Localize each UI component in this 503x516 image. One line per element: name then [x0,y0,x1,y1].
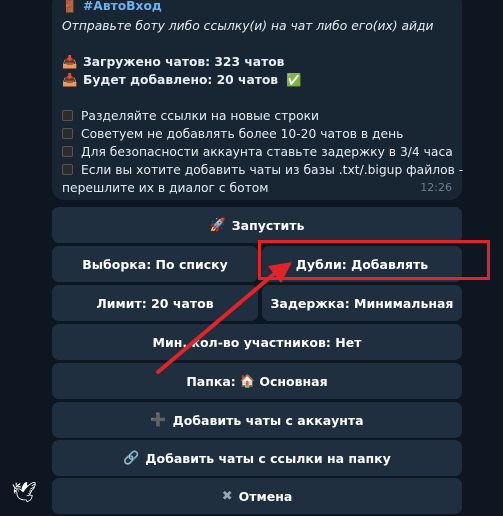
limit-button[interactable]: Лимит: 20 чатов [52,285,258,321]
message-subtitle: Отправьте боту либо ссылку(и) на чат либ… [62,19,434,33]
tip-line: Если вы хотите добавить чаты из базы .tx… [62,162,463,178]
close-icon: ✖ [221,488,233,504]
plus-icon: ➕ [150,412,167,428]
min-members-button-label: Мин. кол-во участников: Нет [152,334,362,350]
added-chats-line: 📥 Будет добавлено: 20 чатов ✅ [62,72,302,88]
tip-text: Если вы хотите добавить чаты из базы .tx… [81,163,464,177]
message-title-line: 🚪 #АвтоВход [62,0,162,14]
tip-line: Для безопасности аккаунта ставьте задерж… [62,144,453,160]
bullet-icon [62,128,73,139]
tip-line: Разделяйте ссылки на новые строки [62,108,319,124]
start-button-label: Запустить [231,217,305,233]
folder-button-prefix: Папка: [186,373,236,389]
rocket-icon: 🚀 [209,217,226,233]
add-from-account-button[interactable]: ➕ Добавить чаты с аккаунта [52,402,462,438]
house-icon: 🏠 [239,373,256,388]
inbox-tray-icon: 📥 [62,73,78,87]
link-icon: 🔗 [123,450,140,466]
add-from-folder-link-label: Добавить чаты с ссылки на папку [145,450,391,466]
duplicates-button[interactable]: Дубли: Добавлять [262,246,462,282]
tip-text: Советуем не добавлять более 10-20 чатов … [81,127,404,141]
door-icon: 🚪 [62,0,78,13]
selection-button-label: Выборка: По списку [82,256,228,272]
bullet-icon [62,110,73,121]
delay-button-label: Задержка: Минимальная [270,295,454,311]
start-button[interactable]: 🚀 Запустить [52,207,462,243]
tip-continuation: перешлите их в диалог с ботом [62,181,269,195]
add-from-folder-link-button[interactable]: 🔗 Добавить чаты с ссылки на папку [52,440,462,476]
tip-line: Советуем не добавлять более 10-20 чатов … [62,126,403,142]
tip-text: Для безопасности аккаунта ставьте задерж… [81,145,453,159]
bullet-icon [62,146,73,157]
bot-avatar[interactable]: 🕊 [8,476,40,508]
cancel-button[interactable]: ✖ Отмена [52,478,462,514]
loaded-chats-line: 📥 Загружено чатов: 323 чатов [62,54,284,70]
message-title: #АвтоВход [83,0,162,13]
message-time: 12:26 [420,181,452,194]
cancel-button-label: Отмена [238,488,293,504]
selection-button[interactable]: Выборка: По списку [52,246,258,282]
duplicates-button-label: Дубли: Добавлять [295,256,429,272]
dove-icon: 🕊 [11,480,37,504]
bot-message-bubble: 🚪 #АвтоВход Отправьте боту либо ссылку(и)… [52,0,463,200]
inbox-tray-icon: 📥 [62,55,78,69]
tip-text: Разделяйте ссылки на новые строки [81,109,320,123]
check-mark-icon: ✅ [286,73,302,87]
delay-button[interactable]: Задержка: Минимальная [262,285,462,321]
limit-button-label: Лимит: 20 чатов [96,295,214,311]
loaded-chats-label: Загружено чатов: 323 чатов [83,55,285,69]
add-from-account-label: Добавить чаты с аккаунта [172,412,364,428]
min-members-button[interactable]: Мин. кол-во участников: Нет [52,324,462,360]
folder-button-value: Основная [259,373,328,389]
bullet-icon [62,164,73,175]
folder-button[interactable]: Папка: 🏠 Основная [52,363,462,399]
added-chats-label: Будет добавлено: 20 чатов [83,73,279,87]
